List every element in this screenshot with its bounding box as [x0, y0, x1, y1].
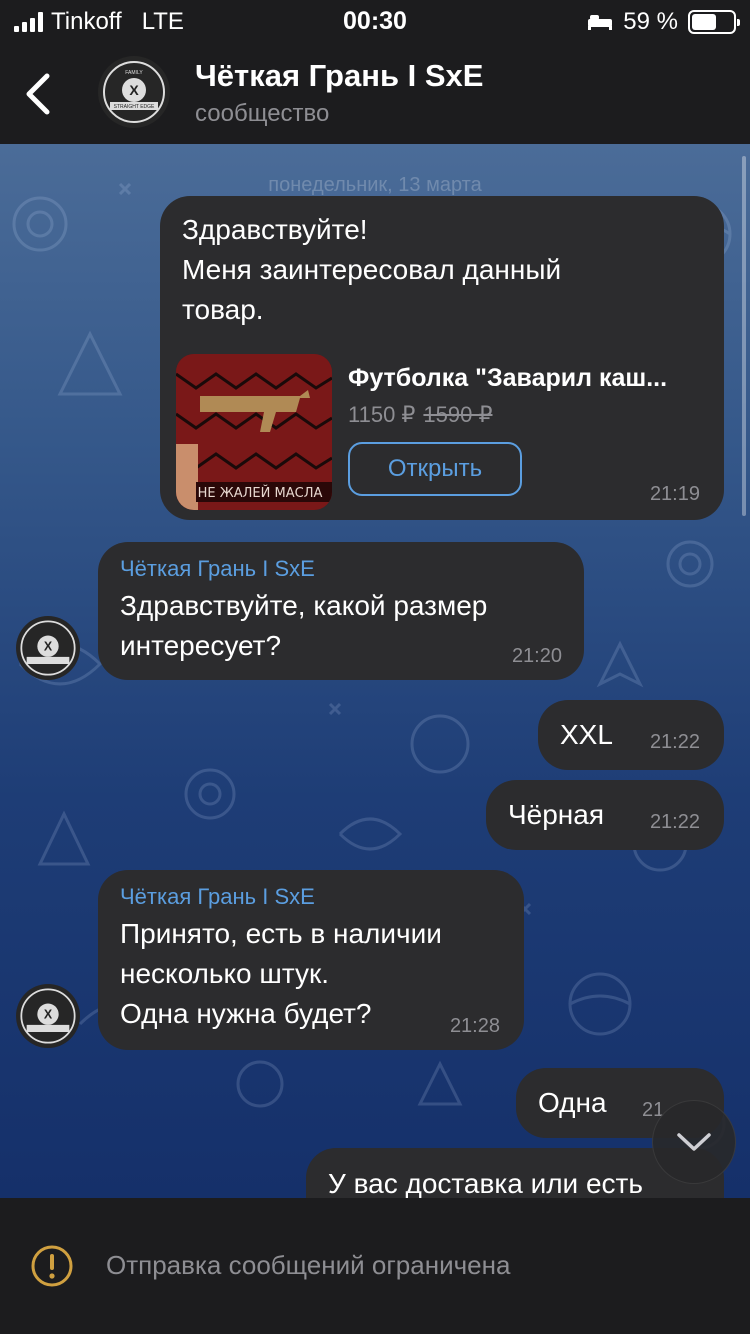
product-image[interactable]: НЕ ЖАЛЕЙ МАСЛА: [176, 354, 332, 510]
svg-text:X: X: [129, 82, 139, 98]
message-bubble-incoming[interactable]: Чёткая Грань I SxE Здравствуйте, какой р…: [98, 542, 584, 680]
svg-text:НЕ ЖАЛЕЙ МАСЛА: НЕ ЖАЛЕЙ МАСЛА: [198, 485, 323, 501]
svg-text:FAMILY: FAMILY: [125, 70, 143, 76]
battery-icon: [688, 10, 740, 34]
open-product-button[interactable]: Открыть: [348, 442, 522, 496]
svg-text:STRAIGHT EDGE: STRAIGHT EDGE: [114, 104, 155, 110]
community-avatar[interactable]: X STRAIGHT EDGE FAMILY: [98, 56, 170, 128]
status-bar: Tinkoff LTE 00:30 59 %: [0, 0, 750, 44]
message-bubble-outgoing[interactable]: XXL 21:22: [538, 700, 724, 770]
chat-subtitle: сообщество: [195, 100, 330, 127]
sender-name[interactable]: Чёткая Грань I SxE: [120, 884, 502, 910]
message-time: 21:22: [649, 811, 700, 833]
sender-avatar[interactable]: X: [16, 984, 80, 1048]
svg-text:X: X: [44, 640, 53, 654]
message-bubble-outgoing[interactable]: Здравствуйте! Меня заинтересовал данный …: [160, 196, 724, 520]
message-text: Здравствуйте! Меня заинтересовал данный …: [182, 214, 562, 325]
message-text: Здравствуйте, какой размер интересует?: [120, 590, 488, 661]
message-time: 21:28: [449, 1015, 500, 1037]
date-separator: понедельник, 13 марта: [268, 174, 482, 196]
message-text: Чёрная: [508, 799, 605, 830]
message-text: XXL: [560, 719, 613, 750]
bed-icon: [588, 15, 613, 30]
scrollbar[interactable]: [742, 156, 746, 516]
status-right: 59 %: [587, 8, 740, 36]
message-time: 21:19: [649, 483, 700, 505]
chat-area[interactable]: понедельник, 13 марта Здравствуйте! Меня…: [0, 144, 750, 1198]
svg-text:X: X: [44, 1008, 53, 1022]
chat-header: X STRAIGHT EDGE FAMILY Чёткая Грань I Sx…: [0, 44, 750, 144]
community-logo: X: [20, 620, 76, 676]
product-title[interactable]: Футболка "Заварил каш...: [348, 364, 708, 393]
battery-percent: 59 %: [623, 8, 678, 35]
message-bubble-incoming[interactable]: Чёткая Грань I SxE Принято, есть в налич…: [98, 870, 524, 1050]
back-button[interactable]: [18, 66, 58, 122]
message-time: 21:22: [649, 731, 700, 753]
chevron-left-icon: [26, 73, 50, 115]
message-text: Принято, есть в наличии несколько штук. …: [120, 918, 442, 1029]
restriction-text: Отправка сообщений ограничена: [106, 1250, 511, 1280]
product-price: 1150 ₽ 1590 ₽: [348, 402, 492, 428]
scroll-down-button[interactable]: [652, 1100, 736, 1184]
battery-fill: [692, 14, 716, 30]
message-time: 21:20: [511, 645, 562, 667]
input-restricted-bar: Отправка сообщений ограничена: [0, 1198, 750, 1334]
message-bubble-outgoing[interactable]: Чёрная 21:22: [486, 780, 724, 850]
community-logo: X: [20, 988, 76, 1044]
price-current: 1150 ₽: [348, 402, 416, 427]
sender-name[interactable]: Чёткая Грань I SxE: [120, 556, 562, 582]
message-text: Одна: [538, 1087, 607, 1118]
warning-icon: [31, 1245, 73, 1287]
tshirt-photo: НЕ ЖАЛЕЙ МАСЛА: [176, 354, 332, 510]
community-logo: X STRAIGHT EDGE FAMILY: [103, 61, 165, 123]
chat-title[interactable]: Чёткая Грань I SxE: [195, 58, 483, 94]
message-text: У вас доставка или есть: [328, 1168, 643, 1198]
price-old: 1590 ₽: [423, 402, 493, 427]
sender-avatar[interactable]: X: [16, 616, 80, 680]
chevron-down-icon: [677, 1133, 711, 1151]
